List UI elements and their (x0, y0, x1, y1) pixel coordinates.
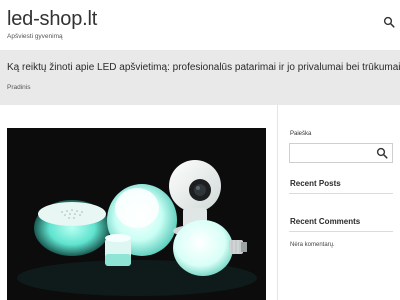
recent-comments-title: Recent Comments (290, 217, 361, 226)
site-title[interactable]: led-shop.lt (7, 7, 97, 31)
recent-comments-divider (289, 231, 393, 232)
search-icon[interactable] (383, 16, 395, 28)
site-tagline: Apšviesti gyvenimą (7, 33, 63, 40)
recent-posts-title: Recent Posts (290, 179, 341, 188)
smart-home-devices-illustration (7, 128, 266, 300)
recent-posts-divider (289, 193, 393, 194)
page-hero: Ką reiktų žinoti apie LED apšvietimą: pr… (0, 50, 400, 105)
search-form (289, 143, 393, 163)
breadcrumb-home[interactable]: Pradinis (7, 84, 30, 92)
site-header: led-shop.lt Apšviesti gyvenimą (0, 0, 400, 50)
page-title: Ką reiktų žinoti apie LED apšvietimą: pr… (7, 62, 400, 73)
sidebar-divider (277, 105, 278, 300)
sidebar-search-input[interactable] (290, 144, 374, 162)
featured-image (7, 128, 266, 300)
search-icon[interactable] (376, 147, 388, 159)
no-comments-text: Nėra komentarų. (290, 242, 335, 248)
search-widget-label: Paieška (290, 131, 312, 137)
